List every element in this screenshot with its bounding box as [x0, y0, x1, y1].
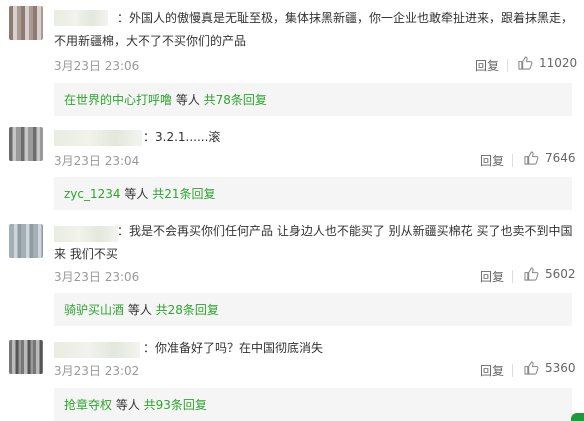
- comment-1: ：外国人的傲慢真是无耻至极，集体抹黑新疆，你一企业也敢牵扯进来，跟着抹黑走， 不…: [0, 0, 584, 116]
- comment-text-line1: ：3.2.1......滚: [143, 130, 221, 144]
- avatar[interactable]: [9, 6, 43, 40]
- reply-middle-text: 等人: [172, 93, 204, 107]
- reply-button[interactable]: 回复: [480, 268, 504, 285]
- username-blurred[interactable]: [54, 10, 108, 26]
- replies-summary: 抢章夺权 等人 共93条回复: [54, 388, 572, 421]
- thumbs-up-icon: [524, 151, 539, 165]
- like-count: 7646: [545, 151, 576, 165]
- comment-text: ：3.2.1......滚: [143, 126, 573, 149]
- reply-middle-text: 等人: [112, 398, 144, 412]
- replies-summary: zyc_1234 等人 共21条回复: [54, 177, 572, 210]
- reply-middle-text: 等人: [120, 187, 153, 201]
- corner-badge-icon: [571, 413, 584, 421]
- divider: [512, 364, 513, 377]
- view-replies-link[interactable]: 共93条回复: [144, 398, 207, 412]
- like-button[interactable]: 5360: [524, 361, 576, 375]
- reply-user-link[interactable]: zyc_1234: [64, 187, 121, 201]
- comment-text: ：你准备好了吗？在中国彻底消失: [143, 337, 573, 360]
- divider: [512, 270, 513, 283]
- replies-summary: 骑驴买山酒 等人 共28条回复: [54, 293, 572, 326]
- comment-text: ：我是不会再买你们任何产品 让身边人也不能买了 别从新疆买棉花 买了也卖不到中国…: [54, 220, 579, 266]
- like-button[interactable]: 5602: [524, 267, 576, 281]
- comment-time: 3月23日 23:04: [54, 154, 140, 168]
- comment-time: 3月23日 23:06: [54, 270, 140, 284]
- reply-middle-text: 等人: [124, 303, 156, 317]
- thumbs-up-icon: [524, 361, 539, 375]
- view-replies-link[interactable]: 共78条回复: [204, 93, 267, 107]
- thumbs-up-icon: [524, 267, 539, 281]
- reply-button[interactable]: 回复: [480, 362, 504, 379]
- divider: [507, 59, 508, 72]
- thumbs-up-icon: [518, 56, 533, 70]
- avatar[interactable]: [9, 224, 43, 258]
- comment-text-line1: ：外国人的傲慢真是无耻至极，集体抹黑新疆，你一企业也敢牵扯进来，跟着抹黑走，: [117, 11, 574, 25]
- replies-summary: 在世界的中心打呼噜 等人 共78条回复: [54, 83, 572, 116]
- comment-4: ：你准备好了吗？在中国彻底消失 3月23日 23:02 回复 5360 抢章夺权…: [0, 334, 584, 421]
- comment-text-line2: 来 我们不买: [54, 247, 118, 261]
- username-blurred[interactable]: [54, 130, 142, 146]
- like-count: 5360: [545, 361, 576, 375]
- like-count: 5602: [545, 267, 576, 281]
- comment-2: ：3.2.1......滚 3月23日 23:04 回复 7646 zyc_12…: [0, 118, 584, 218]
- reply-button[interactable]: 回复: [480, 152, 504, 169]
- reply-user-link[interactable]: 抢章夺权: [64, 398, 112, 412]
- comment-time: 3月23日 23:02: [54, 364, 140, 378]
- avatar[interactable]: [9, 127, 43, 161]
- username-blurred[interactable]: [54, 342, 140, 358]
- reply-user-link[interactable]: 骑驴买山酒: [64, 303, 124, 317]
- like-count: 11020: [539, 56, 578, 70]
- reply-button[interactable]: 回复: [475, 57, 499, 74]
- divider: [512, 154, 513, 167]
- reply-user-link[interactable]: 在世界的中心打呼噜: [64, 93, 172, 107]
- comment-text-line1: ：我是不会再买你们任何产品 让身边人也不能买了 别从新疆买棉花 买了也卖不到中国: [117, 224, 573, 238]
- like-button[interactable]: 7646: [524, 151, 576, 165]
- comment-text-line1: ：你准备好了吗？在中国彻底消失: [143, 341, 324, 355]
- comment-text-line2: 不用新疆棉，大不了不买你们的产品: [54, 34, 247, 48]
- like-button[interactable]: 11020: [518, 56, 577, 70]
- comment-time: 3月23日 23:06: [54, 59, 140, 73]
- view-replies-link[interactable]: 共28条回复: [156, 303, 219, 317]
- comment-3: ：我是不会再买你们任何产品 让身边人也不能买了 别从新疆买棉花 买了也卖不到中国…: [0, 220, 584, 332]
- view-replies-link[interactable]: 共21条回复: [152, 187, 215, 201]
- username-blurred[interactable]: [54, 226, 118, 242]
- avatar[interactable]: [9, 340, 43, 374]
- comment-text: ：外国人的傲慢真是无耻至极，集体抹黑新疆，你一企业也敢牵扯进来，跟着抹黑走， 不…: [54, 7, 579, 53]
